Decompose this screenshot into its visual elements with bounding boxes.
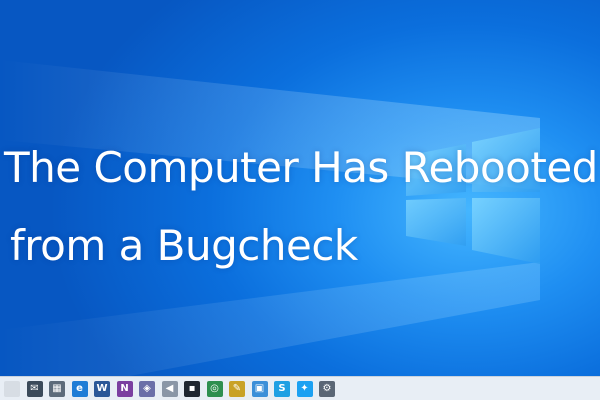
mail-icon[interactable]: ✉ (26, 380, 43, 397)
app-green-icon[interactable]: ◎ (206, 380, 223, 397)
taskbar: ✉ ▦ e W N ◈ ◀ ▪ ◎ ✎ ▣ S ✦ ⚙ (0, 376, 600, 400)
file-explorer-icon[interactable] (4, 380, 20, 397)
photos-icon[interactable]: ▣ (251, 380, 268, 397)
twitter-icon[interactable]: ✦ (296, 380, 313, 397)
sound-icon[interactable]: ◀ (161, 380, 178, 397)
settings-gear-icon[interactable]: ⚙ (319, 380, 335, 397)
edge-icon[interactable]: e (71, 380, 88, 397)
calendar-icon[interactable]: ▦ (49, 380, 65, 397)
skype-icon[interactable]: S (274, 380, 290, 397)
app-icon[interactable]: ◈ (139, 380, 155, 397)
paint-icon[interactable]: ✎ (229, 380, 245, 397)
headline-line-2: from a Bugcheck (10, 221, 358, 270)
onenote-icon[interactable]: N (116, 380, 133, 397)
word-icon[interactable]: W (94, 380, 110, 397)
desktop-wallpaper: The Computer Has Rebooted from a Bugchec… (0, 0, 600, 400)
windows-logo-icon (406, 128, 540, 264)
terminal-icon[interactable]: ▪ (184, 380, 200, 397)
headline-line-1: The Computer Has Rebooted (4, 143, 598, 192)
